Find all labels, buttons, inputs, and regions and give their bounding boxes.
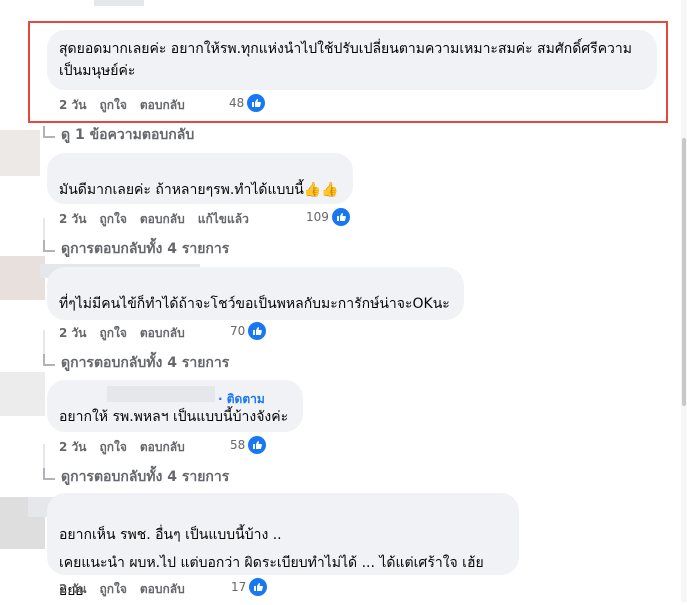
view-replies-link[interactable]: ดูการตอบกลับทั้ง 4 รายการ <box>43 352 229 374</box>
reaction-count[interactable]: 109 <box>306 208 350 226</box>
reply-button[interactable]: ตอบกลับ <box>140 438 185 457</box>
like-button[interactable]: ถูกใจ <box>99 210 126 229</box>
thumbs-up-icon <box>248 322 267 340</box>
avatar[interactable] <box>0 256 45 300</box>
view-replies-link[interactable]: ดูการตอบกลับทั้ง 4 รายการ <box>43 466 229 488</box>
follow-link[interactable]: · ติดตาม <box>218 390 265 409</box>
comment-time[interactable]: 2 วัน <box>59 438 86 457</box>
reply-arrow-icon <box>43 126 55 138</box>
thumbs-up-icon <box>248 436 267 454</box>
reply-button[interactable]: ตอบกลับ <box>140 580 185 599</box>
reaction-count[interactable]: 70 <box>230 322 267 340</box>
reply-button[interactable]: ตอบกลับ <box>140 324 185 343</box>
comment-actions: 2 วัน ถูกใจ ตอบกลับ <box>59 438 198 457</box>
comment-bubble: · ติดตาม อยากให้ รพ.พหลฯ เป็นแบบนี้บ้างจ… <box>47 380 303 432</box>
reaction-count[interactable]: 58 <box>230 436 267 454</box>
like-button[interactable]: ถูกใจ <box>99 324 126 343</box>
thumbs-up-icon <box>249 578 268 596</box>
like-button[interactable]: ถูกใจ <box>99 580 126 599</box>
view-replies-link[interactable]: ดู 1 ข้อความตอบกลับ <box>43 124 194 146</box>
commenter-name-blurred <box>94 0 144 6</box>
reaction-count[interactable]: 17 <box>231 578 268 596</box>
reply-arrow-icon <box>43 354 55 366</box>
comment-actions: 2 วัน ถูกใจ ตอบกลับ <box>59 324 198 343</box>
reply-arrow-icon <box>43 468 55 480</box>
view-replies-label: ดูการตอบกลับทั้ง 4 รายการ <box>61 469 230 485</box>
reaction-number: 70 <box>230 324 246 338</box>
commenter-name-blurred <box>107 386 215 402</box>
like-button[interactable]: ถูกใจ <box>99 438 126 457</box>
comment-bubble: มันดีมากเลยค่ะ ถ้าหลายๆรพ.ทำได้แบบนี้👍👍 <box>47 153 353 204</box>
reply-arrow-icon <box>43 240 55 252</box>
view-replies-link[interactable]: ดูการตอบกลับทั้ง 4 รายการ <box>43 238 229 260</box>
comment-time[interactable]: 2 วัน <box>59 324 86 343</box>
view-replies-label: ดูการตอบกลับทั้ง 4 รายการ <box>61 241 230 257</box>
highlight-box <box>28 21 668 123</box>
comment-text: ที่ๆไม่มีคนไข้ก็ทำได้ถ้าจะโชว์ขอเป็นพหลก… <box>59 296 450 312</box>
reaction-number: 17 <box>231 580 247 594</box>
view-replies-label: ดู 1 ข้อความตอบกลับ <box>61 127 195 143</box>
comment-actions: 2 วัน ถูกใจ ตอบกลับ <box>59 580 198 599</box>
comment-bubble: ที่ๆไม่มีคนไข้ก็ทำได้ถ้าจะโชว์ขอเป็นพหลก… <box>47 267 464 320</box>
comment-bubble: อยากเห็น รพช. อื่นๆ เป็นแบบนี้บ้าง .. เค… <box>47 493 519 599</box>
view-replies-label: ดูการตอบกลับทั้ง 4 รายการ <box>61 355 230 371</box>
reply-button[interactable]: ตอบกลับ <box>140 210 185 229</box>
reaction-number: 58 <box>230 438 246 452</box>
edited-label[interactable]: แก้ไขแล้ว <box>198 210 249 229</box>
comment-actions: 2 วัน ถูกใจ ตอบกลับ แก้ไขแล้ว <box>59 210 262 229</box>
avatar[interactable] <box>0 372 45 416</box>
reaction-number: 109 <box>306 210 329 224</box>
comment-time[interactable]: 2 วัน <box>59 210 86 229</box>
comment-time[interactable]: 2 วัน <box>59 580 86 599</box>
thumbs-up-icon <box>331 208 350 226</box>
comment-text: มันดีมากเลยค่ะ ถ้าหลายๆรพ.ทำได้แบบนี้👍👍 <box>59 182 339 198</box>
avatar[interactable] <box>0 130 40 176</box>
scrollbar-thumb[interactable] <box>682 138 686 406</box>
comment-text: อยากให้ รพ.พหลฯ เป็นแบบนี้บ้างจังค่ะ <box>59 409 289 425</box>
